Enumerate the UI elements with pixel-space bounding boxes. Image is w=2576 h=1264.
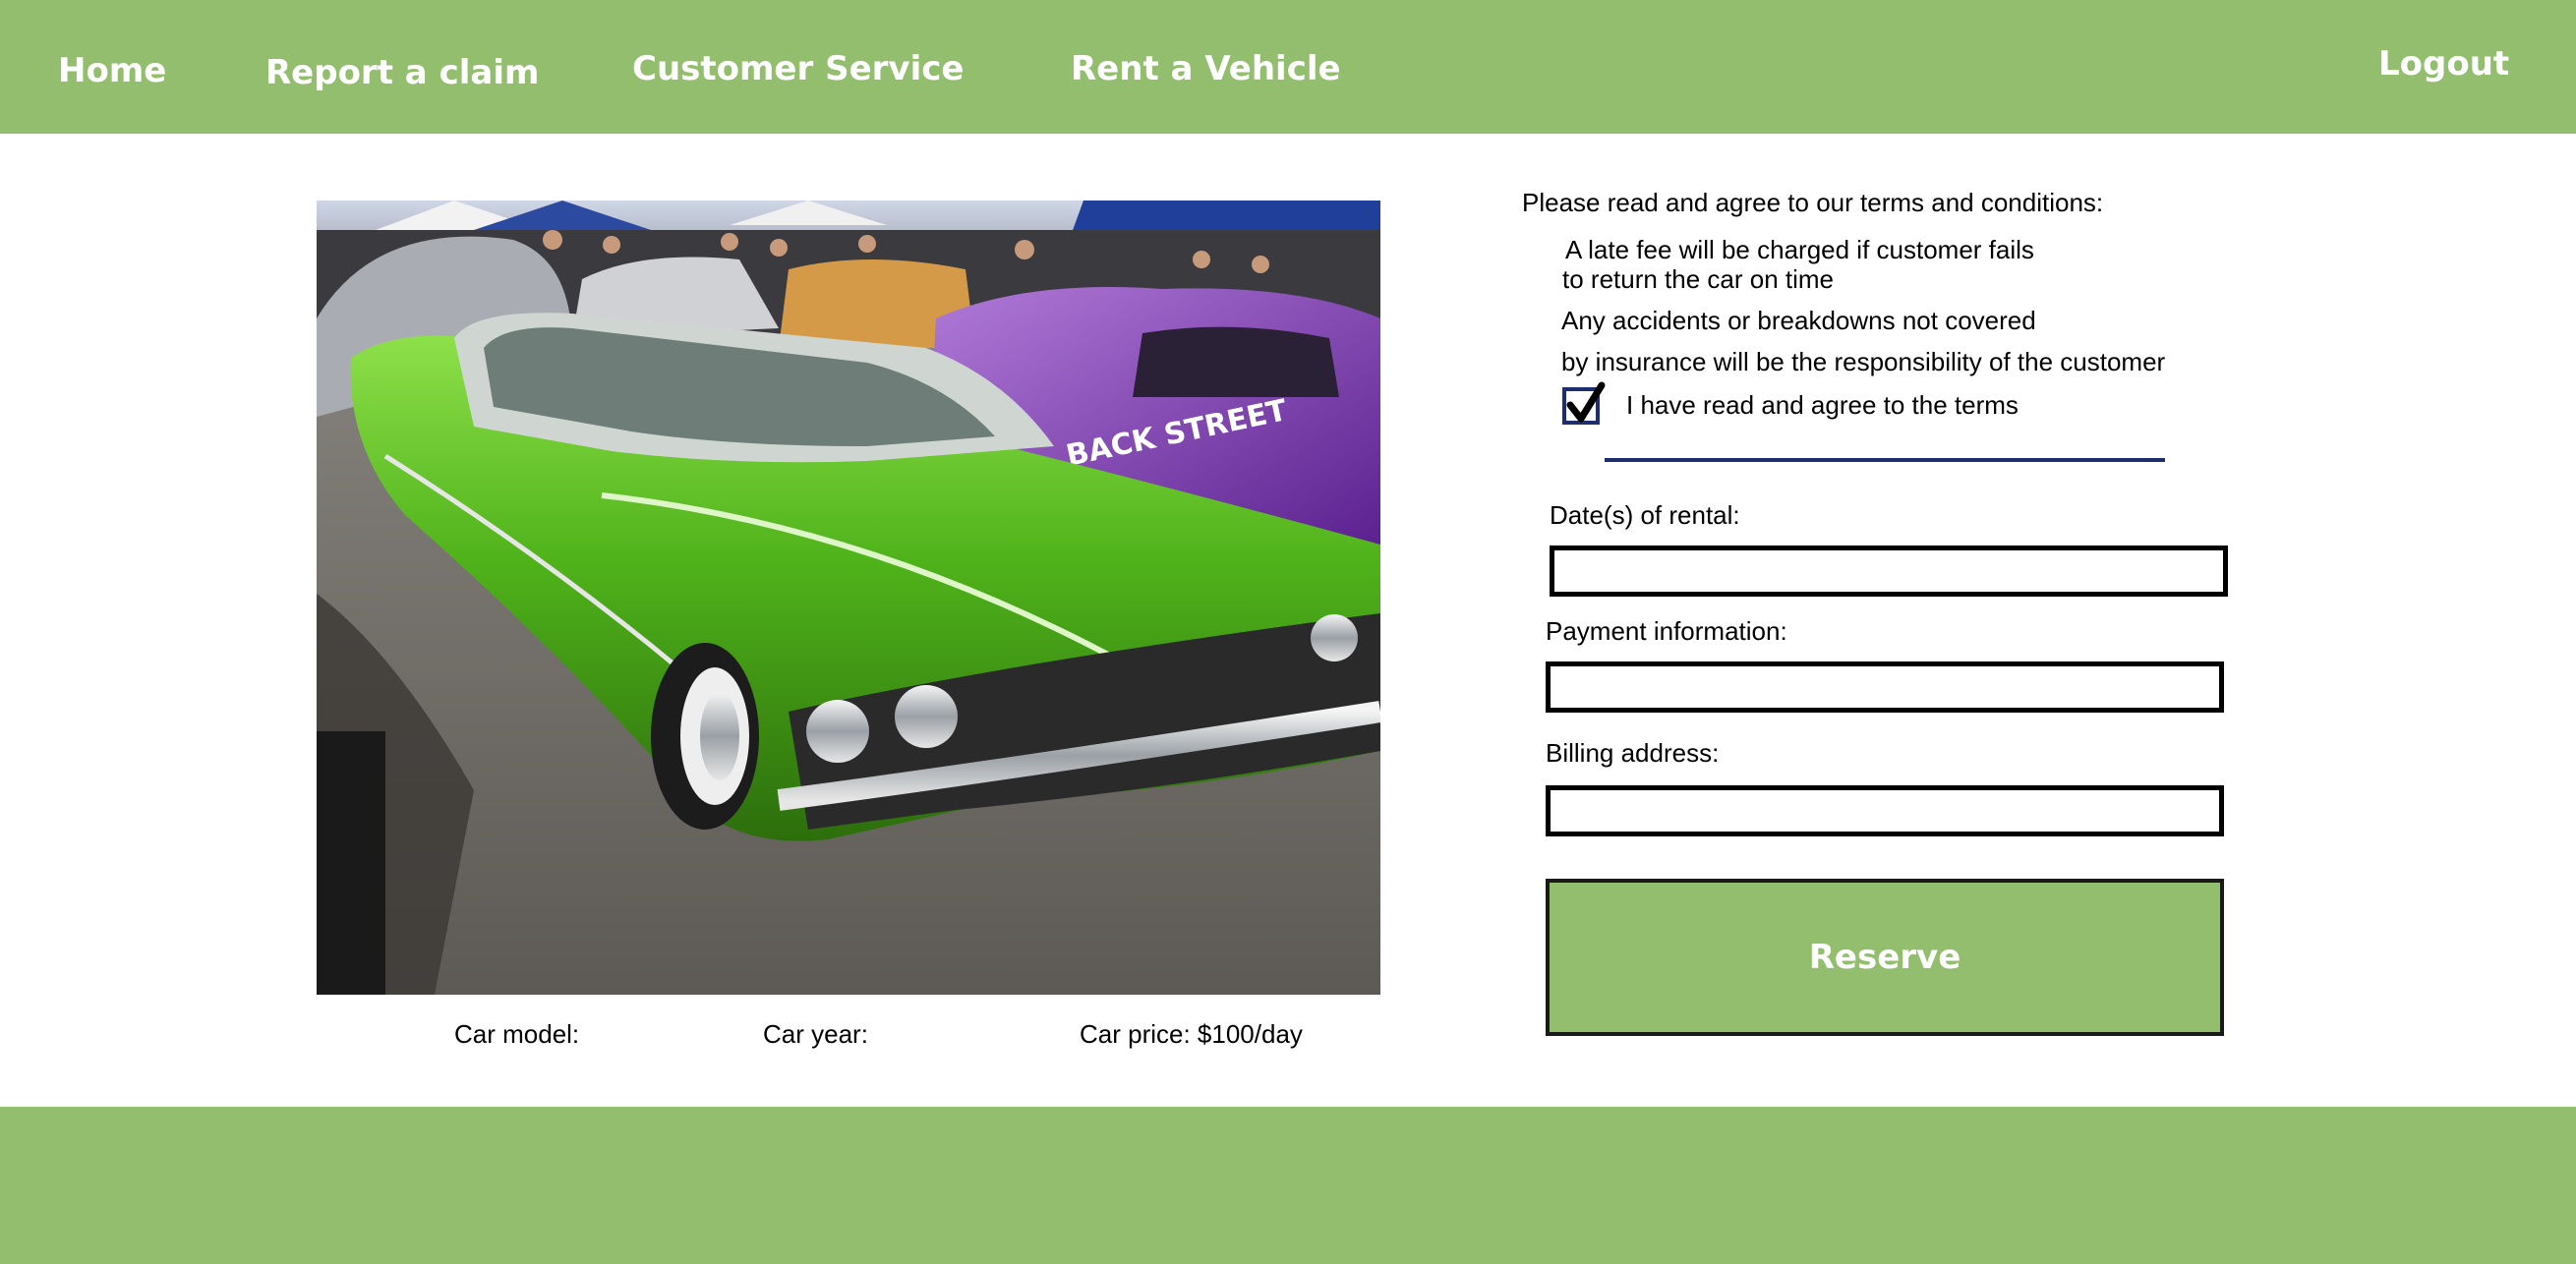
nav-rent-vehicle-link[interactable]: Rent a Vehicle: [1071, 49, 1341, 88]
section-divider: [1605, 458, 2165, 462]
nav-report-claim-link[interactable]: Report a claim: [265, 53, 539, 92]
nav-customer-service-link[interactable]: Customer Service: [632, 49, 964, 88]
terms-line: Any accidents or breakdowns not covered: [1561, 306, 2036, 335]
payment-label: Payment information:: [1546, 616, 1787, 646]
car-photo: BACK STREET: [317, 201, 1380, 995]
reserve-button-label: Reserve: [1808, 938, 1961, 977]
car-price-label: Car price: $100/day: [1080, 1019, 1303, 1049]
nav-home-link[interactable]: Home: [58, 51, 166, 90]
rental-dates-field[interactable]: [1550, 546, 2228, 597]
logout-link[interactable]: Logout: [2378, 44, 2509, 84]
dates-label: Date(s) of rental:: [1550, 500, 1740, 530]
payment-info-field[interactable]: [1546, 661, 2224, 713]
car-model-label: Car model:: [454, 1019, 580, 1049]
terms-line: by insurance will be the responsibility …: [1561, 347, 2166, 376]
billing-label: Billing address:: [1546, 738, 1720, 768]
agree-terms-checkbox[interactable]: [1562, 381, 1606, 425]
top-navigation-bar: Home Report a claim Customer Service Ren…: [0, 0, 2576, 134]
terms-line: to return the car on time: [1562, 264, 1835, 294]
agree-terms-label: I have read and agree to the terms: [1626, 390, 2019, 420]
terms-line: A late fee will be charged if customer f…: [1565, 235, 2034, 264]
billing-address-field[interactable]: [1546, 785, 2224, 836]
terms-heading: Please read and agree to our terms and c…: [1522, 188, 2104, 217]
car-year-label: Car year:: [763, 1019, 868, 1049]
footer-bar: [0, 1107, 2576, 1264]
reserve-button[interactable]: Reserve: [1546, 879, 2224, 1036]
checkmark-icon: [1566, 381, 1606, 423]
